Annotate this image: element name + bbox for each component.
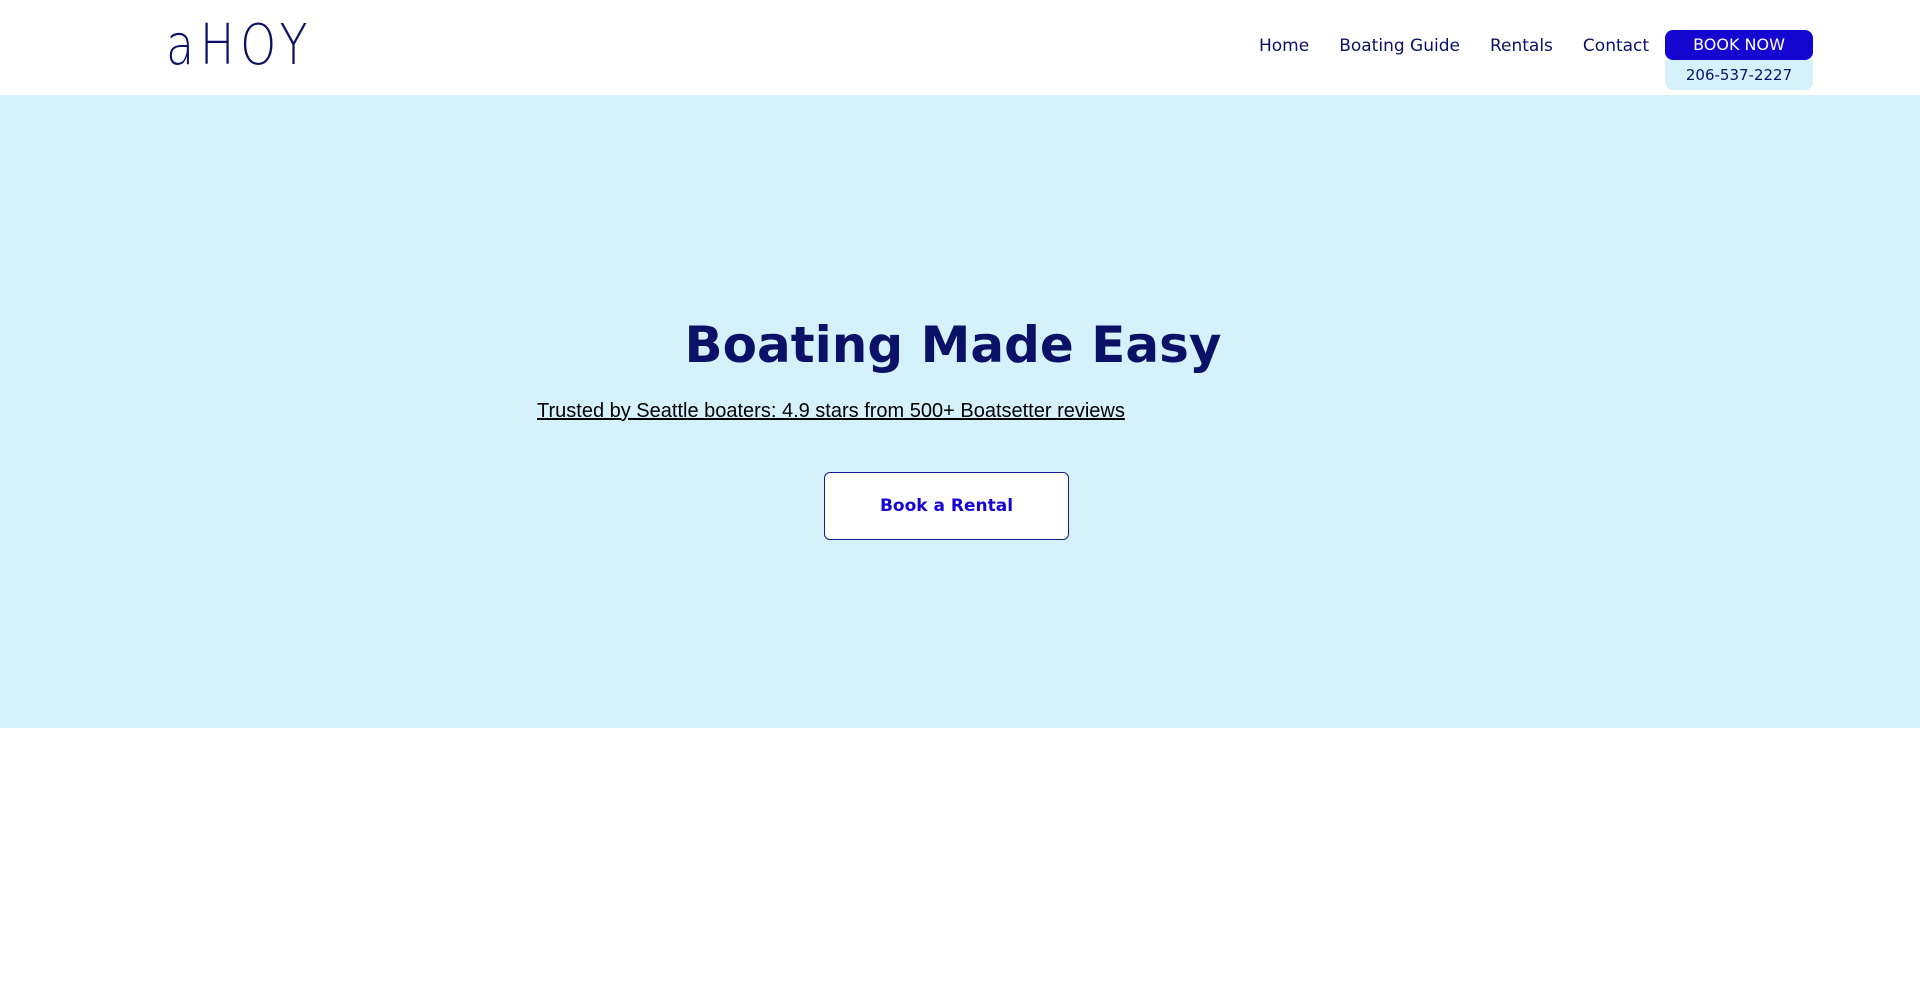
site-header: aHOY Home Boating Guide Rentals Contact … (0, 0, 1920, 95)
content-area (0, 728, 1920, 993)
phone-number-button[interactable]: 206-537-2227 (1665, 60, 1813, 90)
book-a-rental-button[interactable]: Book a Rental (824, 472, 1069, 540)
reviews-link[interactable]: Trusted by Seattle boaters: 4.9 stars fr… (537, 398, 1125, 424)
nav-boating-guide[interactable]: Boating Guide (1324, 34, 1475, 58)
hero-title: Boating Made Easy (684, 316, 1222, 374)
book-now-button[interactable]: BOOK NOW (1665, 30, 1813, 60)
nav-home[interactable]: Home (1244, 34, 1324, 58)
nav-contact[interactable]: Contact (1568, 34, 1664, 58)
ahoy-logo[interactable]: aHOY (166, 14, 313, 78)
hero-section: Boating Made Easy Trusted by Seattle boa… (0, 95, 1920, 728)
nav-rentals[interactable]: Rentals (1475, 34, 1568, 58)
main-nav: Home Boating Guide Rentals Contact (1244, 34, 1664, 58)
